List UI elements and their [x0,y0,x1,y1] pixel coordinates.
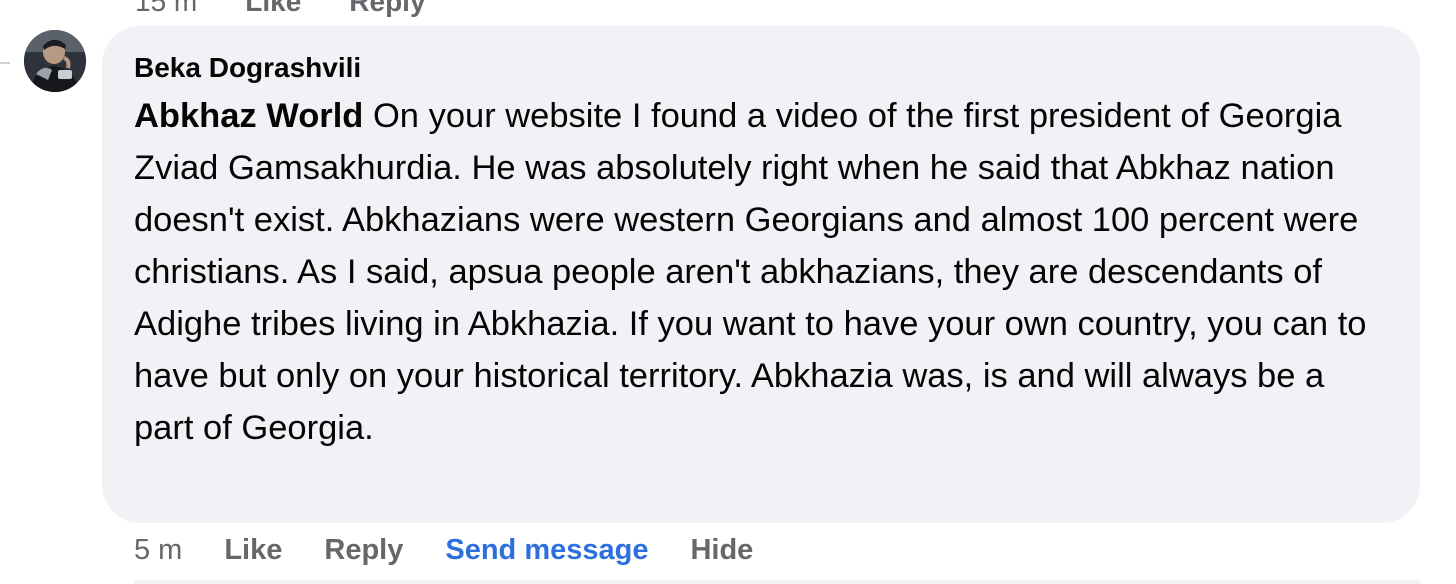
avatar-photo-icon [24,30,86,92]
previous-like-button[interactable]: Like [245,0,301,18]
send-message-button[interactable]: Send message [445,530,648,570]
previous-comment-timestamp: 15 m [135,0,198,17]
avatar[interactable] [24,30,86,92]
previous-reply-button[interactable]: Reply [349,0,425,18]
comment-author[interactable]: Beka Dograshvili [134,50,1390,86]
comment-thread: 15 m Like Reply Beka Dograshvili Abkhaz … [0,0,1456,584]
like-button[interactable]: Like [224,530,282,570]
comment-text: On your website I found a video of the f… [134,97,1367,447]
comment-actions: 5 m Like Reply Send message Hide [134,530,795,570]
mentioned-page[interactable]: Abkhaz World [134,97,363,135]
comment-timestamp[interactable]: 5 m [134,530,182,570]
comment-body: Abkhaz World On your website I found a v… [134,90,1390,454]
previous-comment-actions: 15 m Like Reply [135,0,426,18]
next-comment-edge [134,580,1420,584]
thread-connector-line [0,62,10,64]
reply-button[interactable]: Reply [324,530,403,570]
hide-button[interactable]: Hide [690,530,753,570]
comment-bubble: Beka Dograshvili Abkhaz World On your we… [102,26,1420,523]
